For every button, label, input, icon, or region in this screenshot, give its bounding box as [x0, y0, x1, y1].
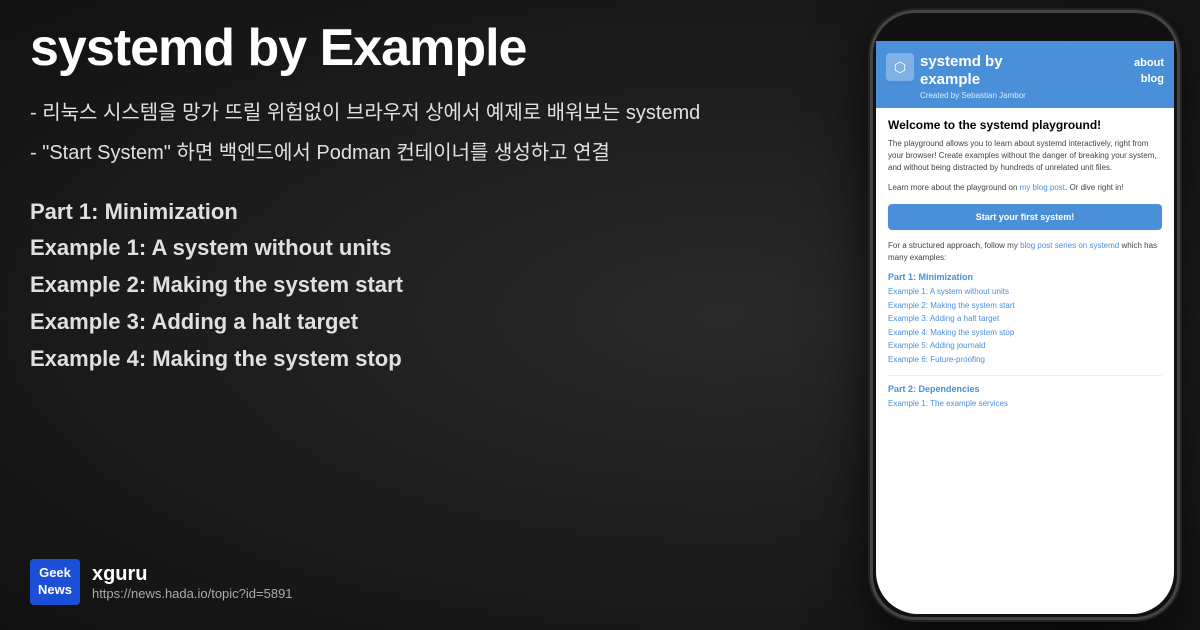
subtitle-block: - 리눅스 시스템을 망가 뜨릴 위험없이 브라우저 상에서 예제로 배워보는 … — [30, 97, 850, 169]
site-welcome-title: Welcome to the systemd playground! — [888, 118, 1162, 132]
site-part2-label: Part 2: Dependencies — [888, 384, 1162, 394]
left-panel: systemd by Example - 리눅스 시스템을 망가 뜨릴 위험없이… — [30, 20, 850, 379]
nav-about[interactable]: about — [1134, 55, 1164, 69]
list-item: Example 2: Making the system start — [888, 299, 1162, 313]
site-part1-label: Part 1: Minimization — [888, 272, 1162, 282]
list-item: Example 5: Adding journald — [888, 339, 1162, 353]
site-logo-icon: ⬡ — [886, 53, 914, 81]
start-system-button[interactable]: Start your first system! — [888, 204, 1162, 230]
phone-frame: ⬡ systemd by example Created by Sebastia… — [870, 10, 1180, 620]
badge-username: xguru — [92, 563, 293, 586]
site-nav: about blog — [1134, 53, 1164, 85]
list-item: Example 1: A system without units — [888, 285, 1162, 299]
list-item: Example 6: Future-proofing — [888, 353, 1162, 367]
site-body: Welcome to the systemd playground! The p… — [876, 108, 1174, 420]
part-label: Part 1: Minimization — [30, 199, 850, 225]
blog-post-link[interactable]: my blog post — [1020, 183, 1065, 192]
example-4: Example 4: Making the system stop — [30, 342, 850, 375]
subtitle-line2: - "Start System" 하면 백엔드에서 Podman 컨테이너를 생… — [30, 137, 850, 169]
page-title: systemd by Example — [30, 20, 850, 77]
site-tagline: Created by Sebastian Jambor — [920, 91, 1026, 100]
series-text: For a structured approach, follow my blo… — [888, 240, 1162, 264]
site-part2-examples: Example 1: The example services — [888, 397, 1162, 411]
example-2: Example 2: Making the system start — [30, 268, 850, 301]
site-description: The playground allows you to learn about… — [888, 138, 1162, 174]
badge-info: xguru https://news.hada.io/topic?id=5891 — [92, 563, 293, 601]
subtitle-line1: - 리눅스 시스템을 망가 뜨릴 위험없이 브라우저 상에서 예제로 배워보는 … — [30, 97, 850, 129]
source-badge: Geek News xguru https://news.hada.io/top… — [30, 559, 293, 605]
example-3: Example 3: Adding a halt target — [30, 305, 850, 338]
geek-news-badge: Geek News — [30, 559, 80, 605]
site-header: ⬡ systemd by example Created by Sebastia… — [876, 41, 1174, 108]
badge-url: https://news.hada.io/topic?id=5891 — [92, 586, 293, 601]
example-1: Example 1: A system without units — [30, 231, 850, 264]
list-item: Example 1: The example services — [888, 397, 1162, 411]
site-divider — [888, 375, 1162, 376]
site-title: systemd by example — [920, 53, 1026, 89]
phone-notch — [965, 13, 1085, 41]
phone-screen: ⬡ systemd by example Created by Sebastia… — [876, 41, 1174, 614]
series-link[interactable]: blog post series on systemd — [1020, 241, 1119, 250]
list-item: Example 3: Adding a halt target — [888, 312, 1162, 326]
site-title-block: systemd by example Created by Sebastian … — [920, 53, 1026, 100]
nav-blog[interactable]: blog — [1141, 71, 1164, 85]
phone-mockup: ⬡ systemd by example Created by Sebastia… — [870, 10, 1180, 620]
list-item: Example 4: Making the system stop — [888, 326, 1162, 340]
site-learn-text: Learn more about the playground on my bl… — [888, 182, 1162, 194]
site-logo-area: ⬡ systemd by example Created by Sebastia… — [886, 53, 1026, 100]
site-examples-list: Example 1: A system without units Exampl… — [888, 285, 1162, 367]
examples-block: Part 1: Minimization Example 1: A system… — [30, 199, 850, 375]
